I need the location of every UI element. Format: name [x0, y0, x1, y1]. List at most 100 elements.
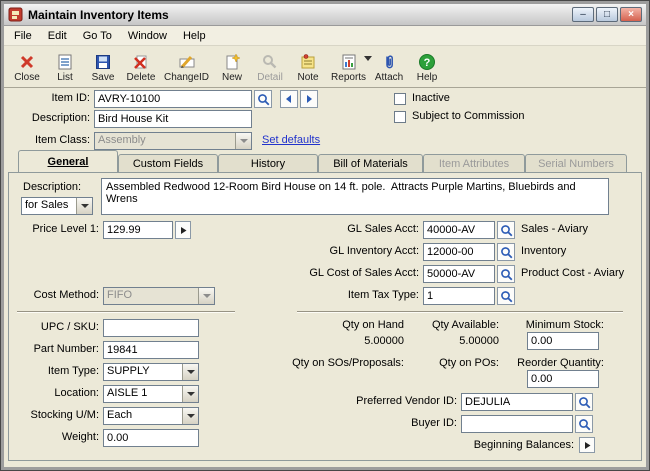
tab-general[interactable]: General: [18, 150, 118, 172]
minimize-button[interactable]: –: [572, 7, 594, 22]
gl-cost-lookup-button[interactable]: [497, 265, 515, 283]
reorder-qty-label: Reorder Quantity:: [517, 357, 604, 369]
tab-bill-of-materials[interactable]: Bill of Materials: [318, 154, 423, 172]
location-label: Location:: [54, 387, 99, 399]
list-icon: [58, 54, 72, 69]
menu-edit[interactable]: Edit: [40, 28, 75, 44]
item-id-input[interactable]: [94, 90, 252, 108]
location-combo[interactable]: AISLE 1: [103, 385, 199, 403]
magnifier-icon: [500, 224, 512, 236]
beginning-balances-label: Beginning Balances:: [473, 439, 574, 451]
upc-sku-input[interactable]: [103, 319, 199, 337]
qty-sos-label: Qty on SOs/Proposals:: [292, 357, 404, 369]
svg-text:?: ?: [424, 57, 431, 69]
description-type-combo[interactable]: for Sales: [21, 197, 93, 215]
arrow-right-icon: [307, 95, 312, 103]
general-tab-panel: Description: for Sales Assembled Redwood…: [8, 172, 642, 461]
reports-button[interactable]: Reports: [327, 48, 373, 86]
upc-sku-label: UPC / SKU:: [40, 321, 99, 333]
item-tax-type-label: Item Tax Type:: [347, 289, 419, 301]
chevron-down-icon: [182, 364, 198, 380]
weight-input[interactable]: [103, 429, 199, 447]
preferred-vendor-lookup-button[interactable]: [575, 393, 593, 411]
attach-icon: [386, 54, 393, 68]
buyer-id-input[interactable]: [461, 415, 573, 433]
help-button[interactable]: ? Help: [408, 48, 446, 86]
tab-history[interactable]: History: [218, 154, 318, 172]
note-icon: [301, 53, 315, 68]
cost-method-label: Cost Method:: [33, 289, 99, 301]
help-icon: ?: [419, 53, 436, 70]
chevron-down-icon: [76, 198, 92, 214]
changeid-icon: [179, 55, 195, 68]
tab-custom-fields[interactable]: Custom Fields: [118, 154, 218, 172]
magnifier-icon: [500, 290, 512, 302]
description-input[interactable]: [94, 110, 252, 128]
close-icon: [20, 55, 34, 68]
gl-sales-label: GL Sales Acct:: [347, 223, 419, 235]
menu-help[interactable]: Help: [175, 28, 214, 44]
gl-cost-label: GL Cost of Sales Acct:: [309, 267, 419, 279]
stocking-um-combo[interactable]: Each: [103, 407, 199, 425]
qty-available-label: Qty Available:: [431, 319, 499, 331]
stocking-um-label: Stocking U/M:: [30, 409, 99, 421]
preferred-vendor-input[interactable]: [461, 393, 573, 411]
minimum-stock-input[interactable]: [527, 332, 599, 350]
gl-inventory-lookup-button[interactable]: [497, 243, 515, 261]
note-button[interactable]: Note: [289, 48, 327, 86]
reorder-qty-input[interactable]: [527, 370, 599, 388]
menu-window[interactable]: Window: [120, 28, 175, 44]
app-icon: [8, 7, 23, 22]
toolbar: Close List Save Delete ChangeID New Deta…: [4, 46, 646, 88]
list-button[interactable]: List: [46, 48, 84, 86]
commission-label: Subject to Commission: [412, 110, 525, 122]
item-class-label: Item Class:: [34, 134, 90, 146]
chevron-down-icon: [235, 133, 251, 149]
gl-cost-desc: Product Cost - Aviary: [521, 267, 625, 279]
item-id-label: Item ID:: [51, 92, 90, 104]
next-record-button[interactable]: [300, 90, 318, 108]
window-title: Maintain Inventory Items: [28, 7, 169, 22]
delete-button[interactable]: Delete: [122, 48, 160, 86]
price-level-detail-button[interactable]: [175, 221, 191, 239]
set-defaults-link[interactable]: Set defaults: [262, 134, 320, 146]
save-button[interactable]: Save: [84, 48, 122, 86]
item-id-lookup-button[interactable]: [254, 90, 272, 108]
gl-inventory-input[interactable]: [423, 243, 495, 261]
gl-sales-input[interactable]: [423, 221, 495, 239]
price-level-input[interactable]: [103, 221, 173, 239]
close-button[interactable]: Close: [8, 48, 46, 86]
reports-icon: [342, 54, 356, 69]
minimum-stock-label: Minimum Stock:: [525, 319, 604, 331]
arrow-right-icon: [180, 226, 186, 234]
close-window-button[interactable]: ×: [620, 7, 642, 22]
item-type-combo[interactable]: SUPPLY: [103, 363, 199, 381]
new-button[interactable]: New: [213, 48, 251, 86]
gl-sales-desc: Sales - Aviary: [521, 223, 589, 235]
inactive-checkbox[interactable]: [394, 93, 406, 105]
menu-file[interactable]: File: [6, 28, 40, 44]
commission-checkbox[interactable]: [394, 111, 406, 123]
gl-cost-input[interactable]: [423, 265, 495, 283]
magnifier-icon: [257, 93, 269, 105]
item-tax-type-lookup-button[interactable]: [497, 287, 515, 305]
buyer-id-lookup-button[interactable]: [575, 415, 593, 433]
price-level-label: Price Level 1:: [32, 223, 99, 235]
gl-sales-lookup-button[interactable]: [497, 221, 515, 239]
magnifier-icon: [500, 246, 512, 258]
part-number-input[interactable]: [103, 341, 199, 359]
previous-record-button[interactable]: [280, 90, 298, 108]
delete-icon: [134, 55, 147, 69]
weight-label: Weight:: [61, 431, 99, 443]
right-divider: [297, 311, 623, 313]
save-icon: [96, 54, 110, 69]
changeid-button[interactable]: ChangeID: [160, 48, 213, 86]
attach-button[interactable]: Attach: [370, 48, 408, 86]
arrow-left-icon: [286, 95, 291, 103]
menu-goto[interactable]: Go To: [75, 28, 120, 44]
item-tax-type-input[interactable]: [423, 287, 495, 305]
maximize-button[interactable]: □: [596, 7, 618, 22]
sales-description-text[interactable]: Assembled Redwood 12-Room Bird House on …: [101, 178, 609, 215]
title-bar: Maintain Inventory Items – □ ×: [4, 4, 646, 26]
beginning-balances-button[interactable]: [579, 437, 595, 453]
